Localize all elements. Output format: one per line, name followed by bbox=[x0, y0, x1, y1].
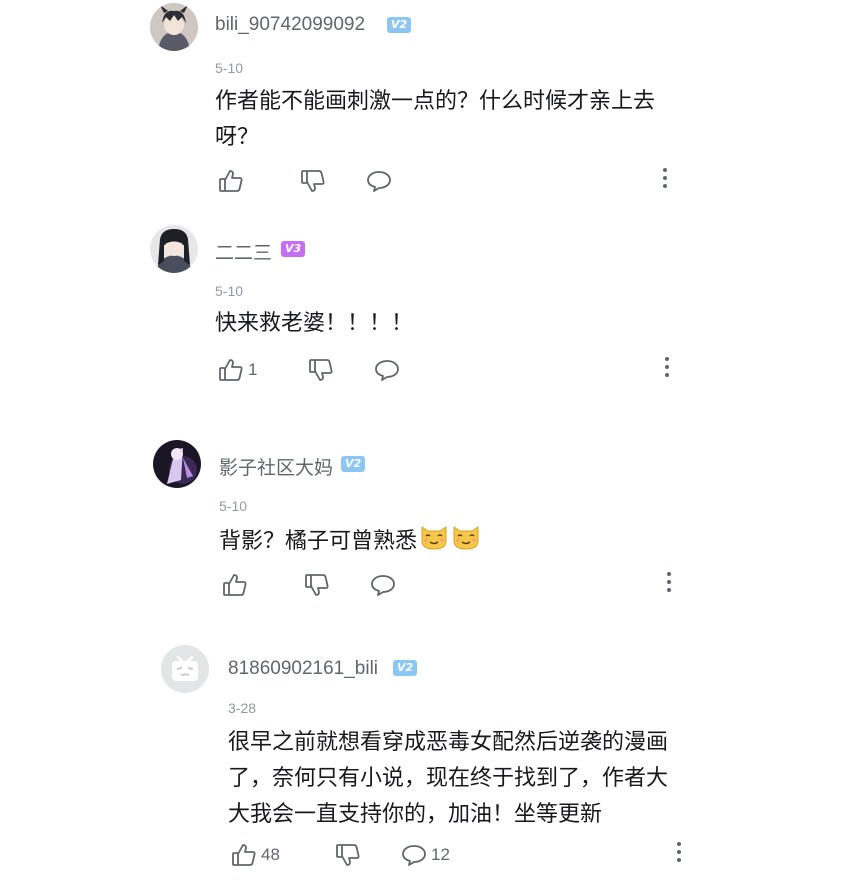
reply-bubble-icon bbox=[374, 357, 400, 383]
reply-button[interactable] bbox=[370, 570, 400, 600]
comment-text-line: 了，奈何只有小说，现在终于找到了，作者大 bbox=[228, 766, 669, 791]
comment-actions bbox=[218, 166, 678, 196]
like-button[interactable]: 48 bbox=[231, 840, 280, 870]
comment-text-content: 背影？橘子可曾熟悉 bbox=[219, 529, 418, 554]
thumb-down-icon bbox=[308, 357, 334, 383]
reply-count: 12 bbox=[431, 845, 450, 864]
cat-face-emoji bbox=[451, 521, 481, 563]
comment-text: 背影？橘子可曾熟悉 bbox=[219, 521, 481, 563]
comment-date: 5-10 bbox=[215, 283, 244, 299]
reply-bubble-icon bbox=[370, 572, 396, 598]
like-count: 48 bbox=[261, 845, 280, 864]
dislike-button[interactable] bbox=[300, 166, 326, 196]
comment-text-line: 很早之前就想看穿成恶毒女配然后逆袭的漫画 bbox=[228, 730, 669, 755]
thumb-down-icon bbox=[304, 572, 330, 598]
thumb-up-icon bbox=[218, 357, 244, 383]
more-button[interactable] bbox=[664, 357, 670, 381]
bilibili-tv-icon bbox=[161, 645, 209, 693]
comment-actions: 48 12 bbox=[231, 840, 691, 870]
comment-list: bili_90742099092 V2 5-10 作者能不能画刺激一点的？什么时… bbox=[0, 0, 850, 896]
username[interactable]: bili_90742099092 bbox=[215, 14, 365, 36]
more-vertical-icon bbox=[663, 168, 667, 172]
like-button[interactable] bbox=[218, 166, 248, 196]
avatar[interactable] bbox=[161, 645, 209, 693]
cat-face-emoji bbox=[419, 521, 449, 563]
avatar[interactable] bbox=[150, 225, 198, 273]
reply-bubble-icon bbox=[401, 842, 427, 868]
username[interactable]: 影子社区大妈 bbox=[219, 453, 333, 480]
thumb-down-icon bbox=[300, 168, 326, 194]
comment-actions bbox=[222, 570, 682, 600]
thumb-down-icon bbox=[335, 842, 361, 868]
reply-bubble-icon bbox=[366, 168, 392, 194]
reply-button[interactable]: 12 bbox=[401, 840, 450, 870]
comment-date: 5-10 bbox=[219, 498, 248, 514]
level-badge: V2 bbox=[393, 660, 418, 676]
more-button[interactable] bbox=[666, 572, 672, 596]
comment-text: 快来救老婆！！！！ bbox=[215, 311, 414, 336]
username[interactable]: 81860902161_bili bbox=[228, 658, 378, 680]
comment-text-line: 大我会一直支持你的，加油！坐等更新 bbox=[228, 802, 603, 827]
more-button[interactable] bbox=[676, 842, 682, 866]
like-button[interactable]: 1 bbox=[218, 355, 257, 385]
comment-text-line: 呀？ bbox=[215, 125, 260, 150]
username[interactable]: 二二三 bbox=[215, 238, 272, 265]
level-badge: V3 bbox=[281, 241, 306, 257]
thumb-up-icon bbox=[231, 842, 257, 868]
comment-date: 5-10 bbox=[215, 60, 244, 76]
level-badge: V2 bbox=[387, 17, 412, 33]
more-button[interactable] bbox=[662, 168, 668, 192]
comment-date: 3-28 bbox=[228, 700, 257, 716]
avatar[interactable] bbox=[153, 440, 201, 488]
comment-text: 作者能不能画刺激一点的？什么时候才亲上去 呀？ bbox=[215, 84, 655, 156]
reply-button[interactable] bbox=[374, 355, 404, 385]
more-vertical-icon bbox=[667, 572, 671, 576]
comment-text: 很早之前就想看穿成恶毒女配然后逆袭的漫画 了，奈何只有小说，现在终于找到了，作者… bbox=[228, 725, 668, 833]
like-button[interactable] bbox=[222, 570, 252, 600]
dislike-button[interactable] bbox=[308, 355, 334, 385]
comment-actions: 1 bbox=[218, 355, 678, 385]
dislike-button[interactable] bbox=[335, 840, 361, 870]
comment-text-line: 作者能不能画刺激一点的？什么时候才亲上去 bbox=[215, 89, 656, 114]
reply-button[interactable] bbox=[366, 166, 396, 196]
thumb-up-icon bbox=[218, 168, 244, 194]
more-vertical-icon bbox=[665, 357, 669, 361]
avatar[interactable] bbox=[150, 3, 198, 51]
more-vertical-icon bbox=[677, 842, 681, 846]
thumb-up-icon bbox=[222, 572, 248, 598]
dislike-button[interactable] bbox=[304, 570, 330, 600]
level-badge: V2 bbox=[341, 456, 366, 472]
like-count: 1 bbox=[248, 360, 258, 379]
